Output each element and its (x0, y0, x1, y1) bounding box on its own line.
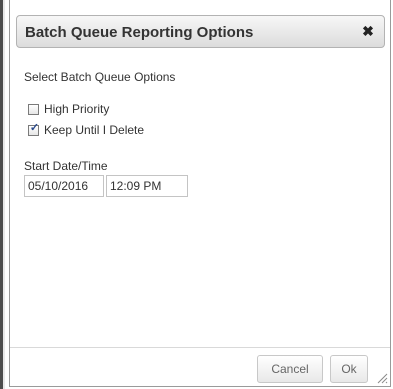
start-date-input[interactable] (24, 175, 104, 197)
section-label: Select Batch Queue Options (24, 70, 176, 84)
resize-grip-icon[interactable] (376, 372, 388, 384)
start-time-input[interactable] (106, 175, 188, 197)
high-priority-option[interactable]: High Priority (28, 102, 109, 116)
dialog-titlebar[interactable]: Batch Queue Reporting Options ✖ (16, 15, 385, 48)
keep-until-delete-label[interactable]: Keep Until I Delete (44, 123, 144, 137)
high-priority-label[interactable]: High Priority (44, 102, 109, 116)
batch-queue-dialog: Batch Queue Reporting Options ✖ Select B… (9, 0, 391, 387)
dialog-title: Batch Queue Reporting Options (25, 24, 254, 41)
cancel-button[interactable]: Cancel (257, 355, 323, 383)
checkmark-icon: ✓ (29, 121, 40, 134)
keep-until-delete-option[interactable]: ✓ Keep Until I Delete (28, 121, 144, 137)
close-icon[interactable]: ✖ (361, 24, 375, 38)
keep-until-delete-checkbox[interactable]: ✓ (28, 121, 40, 136)
start-datetime-label: Start Date/Time (24, 159, 108, 173)
ok-button[interactable]: Ok (330, 355, 368, 383)
high-priority-checkbox[interactable] (28, 103, 39, 115)
footer-divider (10, 347, 390, 348)
window-edge-shadow (3, 0, 5, 389)
